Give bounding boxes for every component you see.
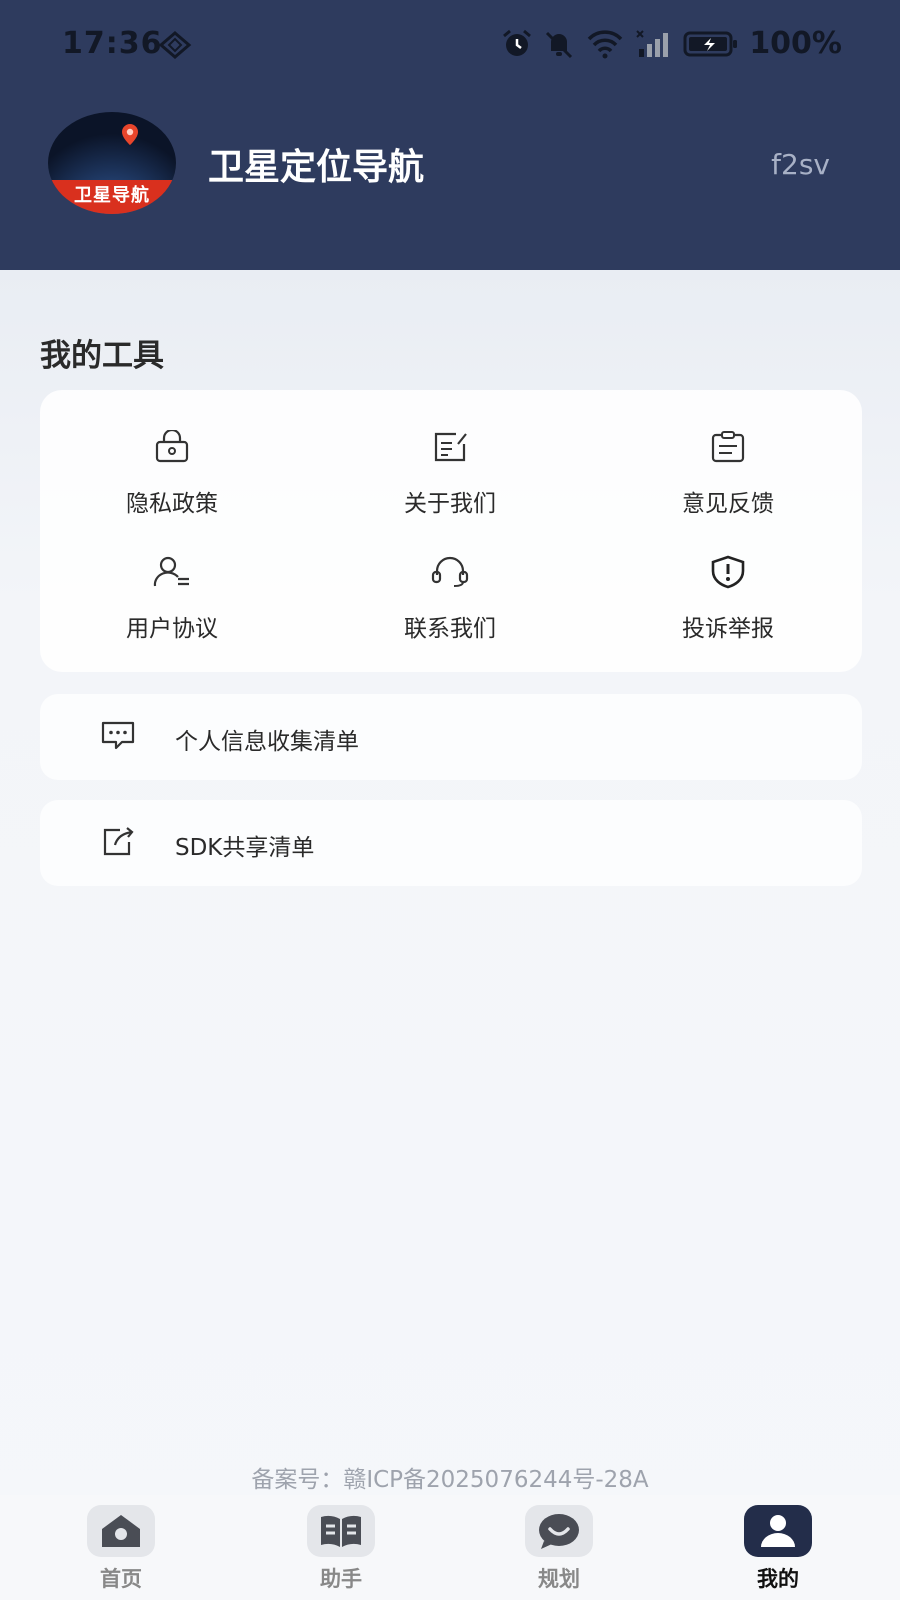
status-time: 17:36 [62, 26, 163, 61]
list-item-sdk-share[interactable]: SDK共享清单 [40, 800, 862, 886]
tab-label: 规划 [538, 1567, 580, 1591]
list-item-personal-info[interactable]: 个人信息收集清单 [40, 694, 862, 780]
share-box-icon [103, 827, 134, 856]
tool-label: 用户协议 [126, 616, 218, 642]
tab-label: 助手 [320, 1567, 362, 1591]
tool-about-us[interactable]: 关于我们 [350, 430, 550, 518]
status-icons: 100% [501, 26, 842, 61]
tool-feedback[interactable]: 意见反馈 [628, 430, 828, 518]
app-logo: 卫星导航 [48, 112, 176, 214]
wifi-icon [588, 29, 623, 58]
tab-label: 我的 [757, 1567, 799, 1591]
tool-label: 投诉举报 [682, 616, 774, 642]
tab-bar: 首页 助手 规划 我的 [0, 1495, 900, 1600]
tool-label: 隐私政策 [126, 491, 218, 517]
chat-bubble-icon [525, 1505, 593, 1557]
tab-label: 首页 [100, 1567, 142, 1591]
tab-mine[interactable]: 我的 [728, 1505, 828, 1593]
headset-icon [431, 556, 469, 587]
tool-privacy-policy[interactable]: 隐私政策 [72, 430, 272, 518]
signal-icon [636, 29, 669, 57]
app-logo-text: 卫星导航 [48, 180, 176, 214]
mute-bell-icon [546, 31, 573, 58]
user-list-icon [153, 556, 189, 587]
icp-filing: 备案号：赣ICP备2025076244号-28A [251, 1467, 649, 1493]
tool-contact-us[interactable]: 联系我们 [350, 555, 550, 643]
clipboard-icon [711, 431, 745, 463]
battery-icon [683, 31, 738, 56]
tool-label: 关于我们 [404, 491, 496, 517]
tool-label: 意见反馈 [682, 491, 774, 517]
alarm-icon [503, 29, 532, 56]
message-dots-icon [101, 721, 135, 750]
home-icon [87, 1505, 155, 1557]
tab-planning[interactable]: 规划 [509, 1505, 609, 1593]
tab-home[interactable]: 首页 [71, 1505, 171, 1593]
book-icon [307, 1505, 375, 1557]
list-item-label: SDK共享清单 [175, 835, 315, 861]
battery-percent: 100% [749, 26, 842, 61]
tool-label: 联系我们 [404, 616, 496, 642]
location-pin-icon [122, 124, 138, 145]
nfc-icon [158, 31, 192, 59]
status-bar: 17:36 100% [0, 0, 900, 90]
tool-report[interactable]: 投诉举报 [628, 555, 828, 643]
tools-card: 隐私政策 关于我们 意见反馈 用户协议 联系我们 投诉举报 [40, 390, 862, 672]
user-code: f2sv [771, 148, 830, 181]
list-item-label: 个人信息收集清单 [175, 729, 359, 755]
app-title: 卫星定位导航 [208, 147, 425, 188]
edit-note-icon [434, 432, 467, 462]
shield-alert-icon [711, 555, 745, 589]
tool-user-agreement[interactable]: 用户协议 [72, 555, 272, 643]
tab-assistant[interactable]: 助手 [291, 1505, 391, 1593]
lock-icon [155, 430, 189, 463]
user-icon [744, 1505, 812, 1557]
tools-section-title: 我的工具 [40, 338, 164, 374]
